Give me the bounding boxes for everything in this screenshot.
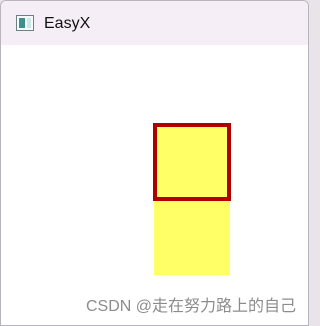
app-icon-panel-right: [27, 18, 31, 28]
app-icon-panel-left: [19, 18, 25, 28]
drawing-canvas: CSDN @走在努力路上的自己: [1, 45, 308, 325]
outlined-yellow-square: [153, 123, 231, 201]
canvas-svg: [153, 123, 231, 275]
window-title: EasyX: [44, 15, 91, 32]
plain-yellow-square: [154, 199, 230, 275]
app-window: EasyX CSDN @走在努力路上的自己: [0, 0, 309, 326]
csdn-watermark: CSDN @走在努力路上的自己: [85, 298, 296, 315]
easyx-app-icon[interactable]: [16, 15, 34, 31]
title-bar[interactable]: EasyX: [1, 1, 308, 45]
